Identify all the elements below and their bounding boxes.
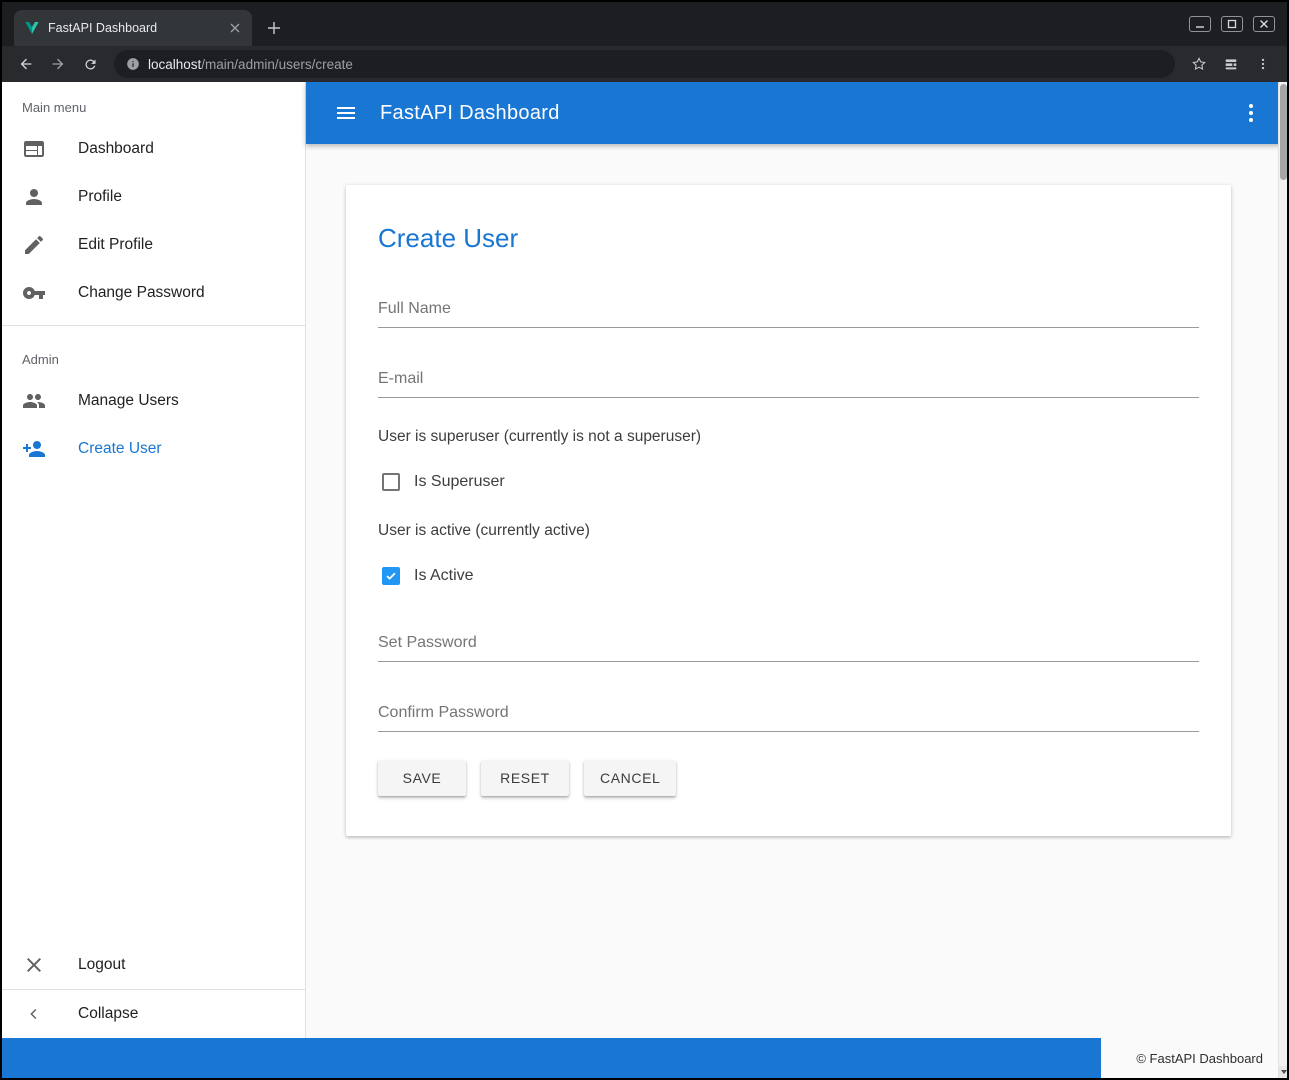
tab-close-icon[interactable]: [226, 19, 244, 37]
browser-tab[interactable]: FastAPI Dashboard: [14, 10, 252, 46]
sidebar-item-collapse[interactable]: Collapse: [2, 990, 305, 1038]
web-page: Main menu Dashboard Profile: [2, 82, 1287, 1078]
sidebar-item-manage-users[interactable]: Manage Users: [2, 377, 305, 425]
sidebar-item-profile[interactable]: Profile: [2, 173, 305, 221]
cancel-button[interactable]: CANCEL: [584, 760, 676, 796]
dashboard-icon: [22, 137, 46, 161]
sidebar-section-main-menu: Main menu: [2, 82, 305, 125]
form-actions: SAVE RESET CANCEL: [378, 760, 1199, 796]
url-field[interactable]: localhost/main/admin/users/create: [114, 50, 1175, 78]
url-path: /main/admin/users/create: [201, 57, 353, 72]
tab-strip: FastAPI Dashboard: [2, 2, 1287, 46]
sidebar-item-label: Profile: [78, 188, 122, 206]
sidebar-item-create-user[interactable]: Create User: [2, 425, 305, 473]
url-text: localhost/main/admin/users/create: [148, 57, 353, 72]
new-tab-icon[interactable]: [260, 14, 288, 42]
reload-icon[interactable]: [76, 50, 104, 78]
sidebar-item-label: Create User: [78, 440, 162, 458]
chevron-left-icon: [25, 1005, 43, 1023]
vuetify-favicon-icon: [24, 20, 40, 36]
back-icon[interactable]: [12, 50, 40, 78]
active-checkbox-row[interactable]: Is Active: [382, 564, 1199, 588]
password-field-wrap: [378, 630, 1199, 662]
sidebar-item-label: Edit Profile: [78, 236, 153, 254]
key-icon: [22, 281, 46, 305]
active-checkbox-label: Is Active: [414, 567, 474, 585]
confirm-password-input[interactable]: [378, 700, 1199, 732]
address-bar: localhost/main/admin/users/create: [2, 46, 1287, 82]
sidebar-item-label: Dashboard: [78, 140, 154, 158]
save-button[interactable]: SAVE: [378, 760, 466, 796]
page-title: Create User: [378, 223, 1199, 254]
pencil-icon: [22, 233, 46, 257]
sidebar-item-label: Change Password: [78, 284, 205, 302]
sidebar-item-label: Collapse: [78, 1005, 138, 1023]
url-host: localhost: [148, 57, 201, 72]
confirm-password-field-wrap: [378, 700, 1199, 732]
active-hint: User is active (currently active): [378, 522, 1199, 540]
content-area: Create User User is superuser (currently…: [306, 144, 1287, 1038]
footer-bar: [2, 1038, 1101, 1078]
full-name-input[interactable]: [378, 296, 1199, 328]
page-footer: © FastAPI Dashboard: [2, 1038, 1287, 1078]
email-input[interactable]: [378, 366, 1199, 398]
active-checkbox[interactable]: [382, 567, 400, 585]
superuser-checkbox[interactable]: [382, 473, 400, 491]
appbar-menu-icon[interactable]: [1239, 101, 1263, 125]
sidebar-item-label: Logout: [78, 956, 125, 974]
forward-icon[interactable]: [44, 50, 72, 78]
sidebar: Main menu Dashboard Profile: [2, 82, 306, 1038]
reset-button[interactable]: RESET: [481, 760, 569, 796]
page-info-icon[interactable]: [126, 57, 140, 71]
full-name-field-wrap: [378, 296, 1199, 328]
sidebar-section-admin: Admin: [2, 334, 305, 377]
superuser-checkbox-label: Is Superuser: [414, 473, 505, 491]
sidebar-item-label: Manage Users: [78, 392, 179, 410]
appbar-title: FastAPI Dashboard: [380, 102, 560, 125]
window-controls: [1177, 2, 1287, 46]
sidebar-divider: [2, 325, 305, 326]
vertical-scrollbar[interactable]: [1278, 82, 1287, 1078]
footer-copyright: © FastAPI Dashboard: [1101, 1038, 1287, 1078]
close-icon: [22, 953, 46, 977]
superuser-checkbox-row[interactable]: Is Superuser: [382, 470, 1199, 494]
superuser-hint: User is superuser (currently is not a su…: [378, 428, 1199, 446]
sidebar-item-change-password[interactable]: Change Password: [2, 269, 305, 317]
browser-menu-icon[interactable]: [1249, 50, 1277, 78]
app-bar: FastAPI Dashboard: [306, 82, 1287, 144]
sidebar-item-edit-profile[interactable]: Edit Profile: [2, 221, 305, 269]
extensions-icon[interactable]: [1217, 50, 1245, 78]
sidebar-item-dashboard[interactable]: Dashboard: [2, 125, 305, 173]
hamburger-menu-icon[interactable]: [334, 101, 358, 125]
scrollbar-down-arrow[interactable]: [1279, 1066, 1287, 1078]
set-password-input[interactable]: [378, 630, 1199, 662]
people-icon: [22, 389, 46, 413]
bookmark-star-icon[interactable]: [1185, 50, 1213, 78]
tab-title: FastAPI Dashboard: [48, 21, 226, 35]
browser-window: FastAPI Dashboard: [0, 0, 1289, 1080]
email-field-wrap: [378, 366, 1199, 398]
create-user-card: Create User User is superuser (currently…: [346, 185, 1231, 836]
person-icon: [22, 185, 46, 209]
close-window-icon[interactable]: [1253, 16, 1275, 32]
maximize-icon[interactable]: [1221, 16, 1243, 32]
minimize-icon[interactable]: [1189, 16, 1211, 32]
sidebar-item-logout[interactable]: Logout: [2, 941, 305, 989]
scrollbar-thumb[interactable]: [1280, 84, 1287, 180]
person-add-icon: [22, 437, 46, 461]
check-icon: [384, 569, 398, 583]
main-area: FastAPI Dashboard Create User: [306, 82, 1287, 1038]
